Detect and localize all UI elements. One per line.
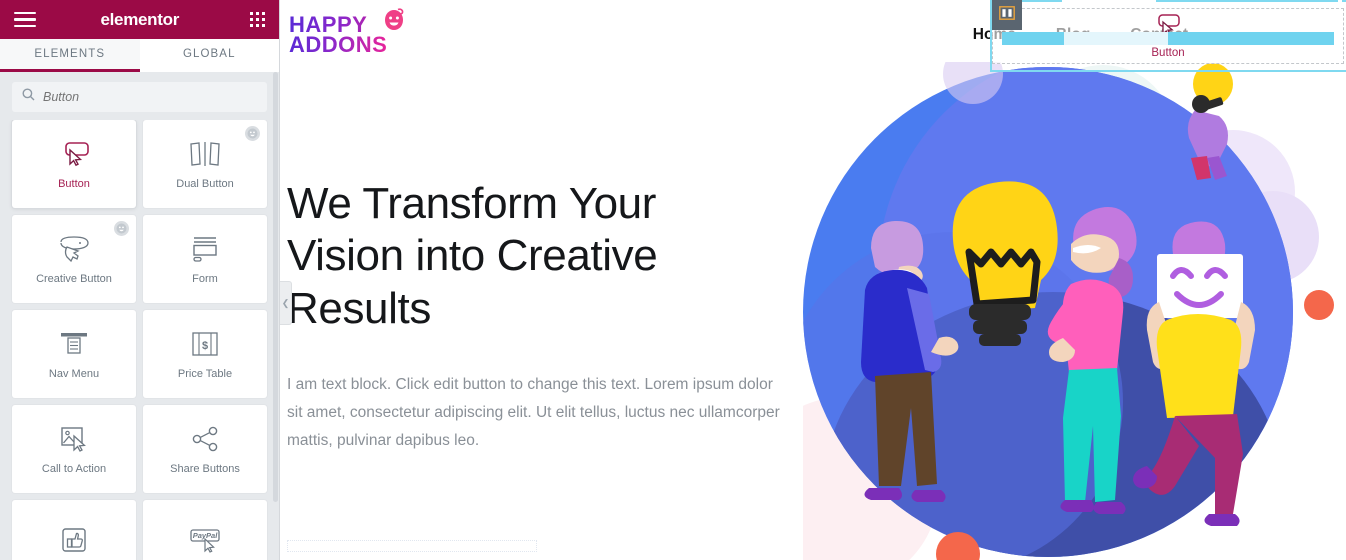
logo-wordmark: HAPPY ADDONS xyxy=(289,13,388,57)
logo-line-2: ADDONS xyxy=(289,32,388,57)
drop-highlight-gap-2 xyxy=(1338,0,1342,2)
elementor-editor: elementor ELEMENTS GLOBAL Button Button … xyxy=(0,0,1346,560)
widget-label: Button xyxy=(58,177,90,190)
widget-label: Call to Action xyxy=(41,462,107,475)
hero-body-text: I am text block. Click edit button to ch… xyxy=(287,376,780,450)
drop-highlight-gap-1 xyxy=(1062,0,1156,2)
panel-scrollbar[interactable] xyxy=(273,72,278,502)
widget-creative-button[interactable]: Creative Button xyxy=(12,215,136,303)
widget-label: Dual Button xyxy=(176,177,234,190)
panel-tabs: ELEMENTS GLOBAL xyxy=(0,39,279,72)
elementor-widget-panel: elementor ELEMENTS GLOBAL Button Button … xyxy=(0,0,280,560)
search-input[interactable] xyxy=(43,90,257,104)
elementor-brand-title: elementor xyxy=(100,9,180,29)
widget-nav-menu[interactable]: Nav Menu xyxy=(12,310,136,398)
hero-heading: We Transform Your Vision into Creative R… xyxy=(287,179,658,333)
widget-facebook-button[interactable] xyxy=(12,500,136,560)
widget-label: Nav Menu xyxy=(48,367,100,380)
dual-button-icon xyxy=(183,139,227,169)
drop-highlight-bottom xyxy=(990,70,1346,72)
widget-button[interactable]: Button xyxy=(12,120,136,208)
columns-layout-icon xyxy=(999,5,1015,25)
widget-label: Share Buttons xyxy=(170,462,240,475)
creative-button-icon xyxy=(54,234,94,264)
drop-highlight-top xyxy=(990,0,1346,2)
hero-content: We Transform Your Vision into Creative R… xyxy=(281,70,801,560)
pro-badge-icon xyxy=(245,126,260,141)
column-segment-empty xyxy=(1064,32,1168,45)
chevron-left-icon: ❮ xyxy=(281,297,290,308)
widget-drop-preview: Button xyxy=(990,0,1346,72)
search-container xyxy=(0,72,279,120)
svg-text:$: $ xyxy=(202,340,208,352)
tab-elements[interactable]: ELEMENTS xyxy=(0,39,140,72)
button-drop-placeholder xyxy=(287,540,537,552)
widget-form[interactable]: Form xyxy=(143,215,267,303)
button-cursor-icon xyxy=(56,139,92,169)
widget-label: Price Table xyxy=(177,367,233,380)
app-grid-icon[interactable] xyxy=(249,11,265,28)
widget-grid: Button Dual Button Creative Button Form … xyxy=(0,120,279,560)
column-segment-filled-left xyxy=(1002,32,1064,45)
call-to-action-icon xyxy=(57,424,91,454)
dragged-widget-label: Button xyxy=(1151,46,1185,59)
column-segment-filled-right xyxy=(1168,32,1334,45)
widget-price-table[interactable]: $ Price Table xyxy=(143,310,267,398)
tab-global[interactable]: GLOBAL xyxy=(139,39,279,72)
search-icon xyxy=(22,88,35,106)
price-table-icon: $ xyxy=(189,329,221,359)
widget-label: Creative Button xyxy=(36,272,112,285)
panel-collapse-handle[interactable]: ❮ xyxy=(280,281,292,325)
paypal-button-icon: PayPal xyxy=(185,525,225,555)
nav-menu-icon xyxy=(57,329,91,359)
widget-paypal-button[interactable]: PayPal xyxy=(143,500,267,560)
column-drop-indicator xyxy=(1002,32,1334,45)
hero-section: We Transform Your Vision into Creative R… xyxy=(281,44,1346,560)
widget-dual-button[interactable]: Dual Button xyxy=(143,120,267,208)
panel-header: elementor xyxy=(0,0,279,39)
widget-share-buttons[interactable]: Share Buttons xyxy=(143,405,267,493)
section-handle[interactable] xyxy=(992,0,1022,30)
widget-label: Form xyxy=(192,272,218,285)
happy-face-icon xyxy=(379,7,409,42)
page-canvas: HAPPY ADDONS Home Blog Contact xyxy=(281,0,1346,560)
site-logo[interactable]: HAPPY ADDONS xyxy=(289,8,404,57)
teamwork-lightbulb-illustration xyxy=(748,44,1346,560)
form-icon xyxy=(188,234,222,264)
hamburger-icon[interactable] xyxy=(14,11,36,28)
widget-call-to-action[interactable]: Call to Action xyxy=(12,405,136,493)
pro-badge-icon xyxy=(114,221,129,236)
share-buttons-icon xyxy=(188,424,222,454)
search-box[interactable] xyxy=(12,82,267,112)
thumbs-up-icon xyxy=(59,525,89,555)
